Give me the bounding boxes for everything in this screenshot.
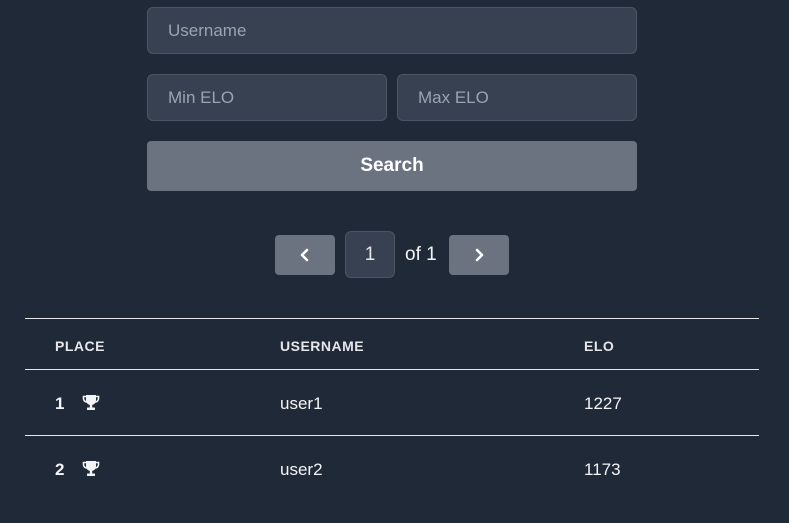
elo-cell: 1173 [584, 460, 621, 479]
place-number: 2 [55, 460, 65, 479]
place-number: 1 [55, 394, 65, 413]
leaderboard-page: Search of 1 PLACE USERNAME ELO 1 [0, 0, 789, 523]
page-count-label: of 1 [405, 244, 437, 265]
max-elo-input[interactable] [397, 74, 637, 121]
next-page-button[interactable] [449, 235, 509, 275]
table-row: 1 user1 1227 [25, 369, 759, 435]
table-row: 2 user2 1173 [25, 435, 759, 501]
column-header-place: PLACE [55, 338, 105, 354]
chevron-left-icon [300, 248, 309, 262]
trophy-icon [82, 395, 100, 410]
column-header-elo: ELO [584, 338, 615, 354]
page-number-input[interactable] [345, 231, 395, 278]
username-search-input[interactable] [147, 7, 637, 54]
leaderboard-table: PLACE USERNAME ELO 1 user1 1227 2 user2 … [25, 318, 759, 501]
min-elo-input[interactable] [147, 74, 387, 121]
column-header-username: USERNAME [280, 338, 365, 354]
place-cell: 1 [55, 394, 100, 414]
search-button[interactable]: Search [147, 141, 637, 191]
place-cell: 2 [55, 460, 100, 480]
elo-cell: 1227 [584, 394, 622, 413]
table-header-row: PLACE USERNAME ELO [25, 318, 759, 369]
chevron-right-icon [475, 248, 484, 262]
username-cell: user1 [280, 394, 323, 413]
username-cell: user2 [280, 460, 323, 479]
trophy-icon [82, 461, 100, 476]
previous-page-button[interactable] [275, 235, 335, 275]
